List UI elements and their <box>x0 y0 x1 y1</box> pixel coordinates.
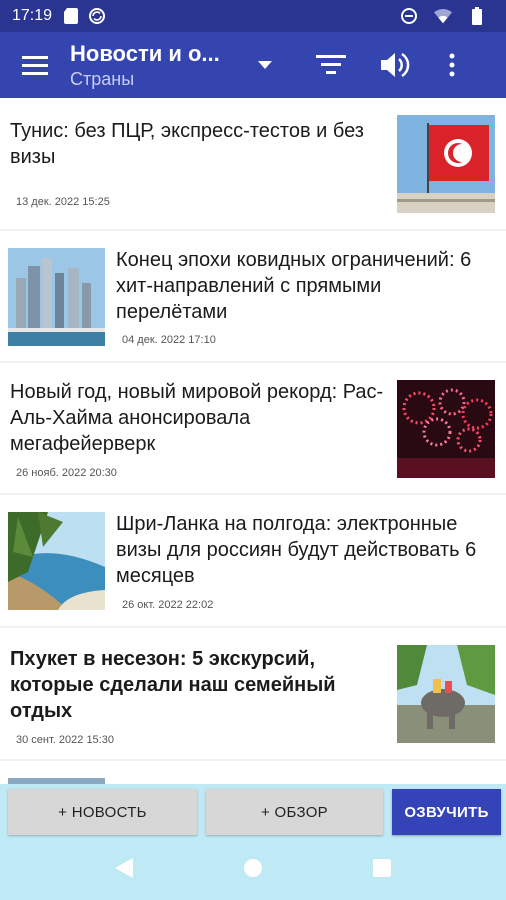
news-thumbnail <box>397 115 495 213</box>
news-card[interactable]: Конец эпохи ковидных ограничений: 6 хит-… <box>0 231 506 361</box>
battery-icon <box>468 7 486 25</box>
status-time: 17:19 <box>12 7 53 24</box>
news-date: 26 окт. 2022 22:02 <box>122 599 214 611</box>
news-title: Тунис: без ПЦР, экспресс-тестов и без ви… <box>10 120 364 168</box>
news-card[interactable]: Пхукет в несезон: 5 экскурсий, которые с… <box>0 628 506 759</box>
news-thumbnail <box>397 380 495 478</box>
news-date: 30 сент. 2022 15:30 <box>16 734 114 746</box>
dnd-icon <box>400 7 418 25</box>
app-bar-titles[interactable]: Новости и о... Страны <box>70 41 245 90</box>
app-title: Новости и о... <box>70 40 220 66</box>
back-icon[interactable] <box>115 857 133 883</box>
news-title: Новый год, новый мировой рекорд: Рас-Аль… <box>10 381 384 455</box>
app-bar: Новости и о... Страны <box>0 32 506 98</box>
news-card[interactable]: Тунис: без ПЦР, экспресс-тестов и без ви… <box>0 98 506 229</box>
system-nav-bar <box>0 840 506 900</box>
no-sync-icon <box>88 7 106 25</box>
bottom-action-bar: + НОВОСТЬ + ОБЗОР ОЗВУЧИТЬ <box>0 784 506 840</box>
app-subtitle: Страны <box>70 68 135 89</box>
news-title: Шри-Ланка на полгода: электронные визы д… <box>116 513 477 587</box>
wifi-icon <box>434 7 452 25</box>
news-date: 04 дек. 2022 17:10 <box>122 334 216 346</box>
news-thumbnail <box>8 512 105 610</box>
home-icon[interactable] <box>243 858 263 883</box>
menu-icon[interactable] <box>0 32 70 98</box>
news-title: Конец эпохи ковидных ограничений: 6 хит-… <box>116 249 472 323</box>
status-bar: 17:19 <box>0 0 506 32</box>
news-title: Пхукет в несезон: 5 экскурсий, которые с… <box>10 648 336 722</box>
add-review-button[interactable]: + ОБЗОР <box>206 789 383 835</box>
speak-button[interactable]: ОЗВУЧИТЬ <box>392 789 501 835</box>
news-thumbnail <box>397 645 495 743</box>
add-news-button[interactable]: + НОВОСТЬ <box>8 789 197 835</box>
recents-icon[interactable] <box>373 858 391 882</box>
news-card[interactable]: Шри-Ланка на полгода: электронные визы д… <box>0 495 506 626</box>
sd-card-icon <box>62 7 80 25</box>
news-card[interactable]: Новый год, новый мировой рекорд: Рас-Аль… <box>0 363 506 493</box>
filter-icon[interactable] <box>285 32 377 98</box>
more-vert-icon[interactable] <box>415 32 489 98</box>
news-thumbnail <box>8 248 105 346</box>
dropdown-arrow-icon[interactable] <box>245 32 285 98</box>
news-date: 13 дек. 2022 15:25 <box>16 196 110 208</box>
volume-icon[interactable] <box>377 32 415 98</box>
news-date: 26 нояб. 2022 20:30 <box>16 467 117 479</box>
news-card[interactable] <box>0 761 506 784</box>
news-list[interactable]: Тунис: без ПЦР, экспресс-тестов и без ви… <box>0 98 506 784</box>
